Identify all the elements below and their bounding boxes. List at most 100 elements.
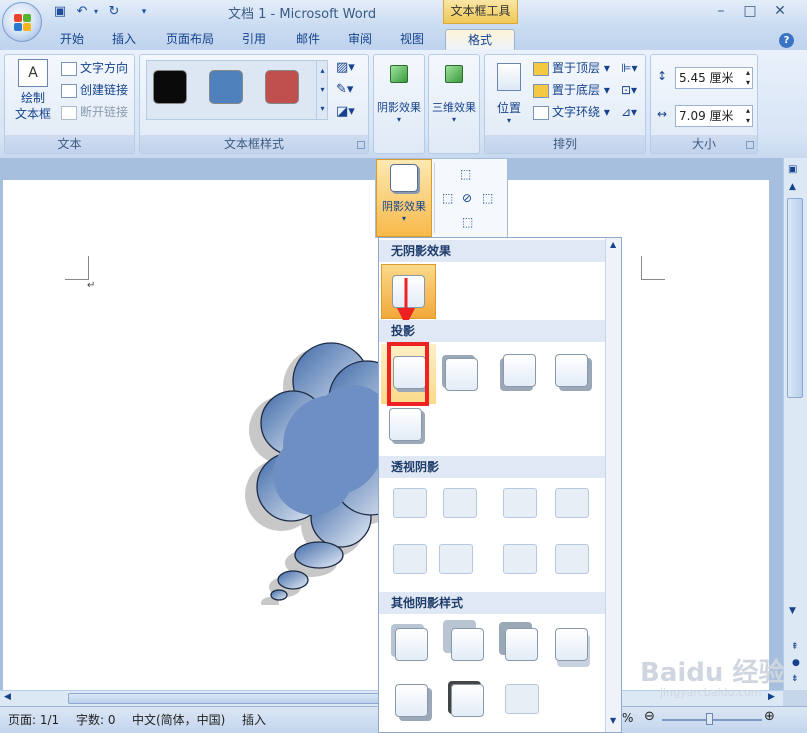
zoom-in-icon[interactable]: ⊕ bbox=[764, 709, 775, 724]
fill-color-icon[interactable]: ▨▾ bbox=[336, 59, 355, 77]
align-icon[interactable]: ⊫▾ bbox=[621, 59, 637, 77]
browse-object-icon[interactable]: ● bbox=[792, 658, 800, 668]
rotate-icon[interactable]: ⊿▾ bbox=[621, 103, 637, 121]
nudge-shadow-up-icon[interactable]: ⬚ bbox=[460, 167, 471, 181]
zoom-level[interactable]: % bbox=[622, 711, 633, 725]
change-shape-icon[interactable]: ◪▾ bbox=[336, 103, 355, 121]
other-shadow-7[interactable] bbox=[505, 684, 539, 714]
scroll-down-icon[interactable]: ▼ bbox=[789, 606, 796, 616]
zoom-slider-thumb[interactable] bbox=[706, 713, 713, 725]
gallery-scroll-down-icon[interactable]: ▼ bbox=[610, 716, 616, 725]
drop-shadow-option-3[interactable] bbox=[503, 354, 536, 387]
text-direction-button[interactable]: 文字方向 bbox=[61, 59, 128, 77]
help-icon[interactable]: ? bbox=[779, 33, 794, 48]
send-back-icon bbox=[533, 83, 549, 98]
cloud-callout-shape[interactable] bbox=[243, 335, 383, 605]
height-field[interactable]: 5.45 厘米 ▴ ▾ bbox=[675, 67, 753, 89]
textbox-styles-group: ▴ ▾ ▾ ▨▾ ✎▾ ◪▾ 文本框样式 bbox=[139, 54, 369, 154]
restore-button[interactable]: □ bbox=[736, 2, 764, 20]
group-icon[interactable]: ⊡▾ bbox=[621, 81, 637, 99]
line-color-icon[interactable]: ✎▾ bbox=[336, 81, 353, 99]
nudge-shadow-left-icon[interactable]: ⬚ bbox=[442, 191, 453, 205]
tab-references[interactable]: 引用 bbox=[234, 29, 274, 50]
text-group: A 绘制 文本框 文字方向 创建链接 断开链接 文本 bbox=[4, 54, 135, 154]
perspective-shadow-8[interactable] bbox=[555, 544, 589, 574]
drop-shadow-option-2[interactable] bbox=[445, 358, 478, 391]
gallery-scrollbar[interactable]: ▲ ▼ bbox=[605, 238, 621, 732]
word-count[interactable]: 字数: 0 bbox=[76, 711, 116, 728]
tab-view[interactable]: 视图 bbox=[392, 29, 432, 50]
other-shadow-3[interactable] bbox=[505, 628, 538, 661]
other-shadow-5[interactable] bbox=[395, 684, 428, 717]
tab-review[interactable]: 审阅 bbox=[340, 29, 380, 50]
minimize-button[interactable]: – bbox=[707, 2, 735, 20]
tab-format[interactable]: 格式 bbox=[445, 29, 515, 50]
other-shadow-1[interactable] bbox=[395, 628, 428, 661]
customize-qat-icon[interactable]: ▾ bbox=[136, 4, 152, 20]
page-count[interactable]: 页面: 1/1 bbox=[8, 711, 59, 728]
gallery-scroll-up-icon[interactable]: ▲ bbox=[610, 240, 616, 249]
bring-front-icon bbox=[533, 61, 549, 76]
section-no-shadow: 无阴影效果 bbox=[379, 240, 605, 262]
size-group: ↕ 5.45 厘米 ▴ ▾ ↔ 7.09 厘米 ▴ ▾ 大小 bbox=[650, 54, 758, 154]
size-dialog-launcher-icon[interactable] bbox=[746, 141, 754, 149]
style-swatch-black[interactable] bbox=[153, 70, 187, 104]
other-shadow-6[interactable] bbox=[451, 684, 484, 717]
text-wrap-button[interactable]: 文字环绕 ▾ bbox=[533, 103, 610, 121]
position-button[interactable]: 位置 ▾ bbox=[489, 63, 529, 125]
vertical-scroll-thumb[interactable] bbox=[787, 198, 803, 398]
other-shadow-2[interactable] bbox=[451, 628, 484, 661]
ribbon: A 绘制 文本框 文字方向 创建链接 断开链接 文本 ▴ ▾ ▾ ▨▾ ✎▾ ◪▾ … bbox=[0, 50, 807, 158]
undo-dropdown-icon[interactable]: ▾ bbox=[88, 4, 104, 20]
shadow-toggle-icon[interactable]: ⊘ bbox=[462, 191, 472, 205]
perspective-shadow-6[interactable] bbox=[439, 544, 473, 574]
3d-effects-button[interactable]: 三维效果 ▾ bbox=[429, 65, 479, 124]
scroll-left-icon[interactable]: ◀ bbox=[4, 692, 11, 702]
tab-home[interactable]: 开始 bbox=[52, 29, 92, 50]
drop-shadow-option-4[interactable] bbox=[555, 354, 588, 387]
tab-insert[interactable]: 插入 bbox=[104, 29, 144, 50]
language-indicator[interactable]: 中文(简体，中国) bbox=[132, 711, 225, 728]
save-icon[interactable]: ▣ bbox=[52, 4, 68, 20]
perspective-shadow-1[interactable] bbox=[393, 488, 427, 518]
send-to-back-button[interactable]: 置于底层 ▾ bbox=[533, 81, 610, 99]
shadow-effects-ribbon-button[interactable]: 阴影效果 ▾ bbox=[374, 65, 424, 124]
perspective-shadow-2[interactable] bbox=[443, 488, 477, 518]
redo-icon[interactable]: ↻ bbox=[106, 4, 122, 20]
break-link-icon bbox=[61, 105, 77, 120]
nudge-shadow-down-icon[interactable]: ⬚ bbox=[462, 215, 473, 229]
width-field[interactable]: 7.09 厘米 ▴ ▾ bbox=[675, 105, 753, 127]
scroll-right-icon[interactable]: ▶ bbox=[768, 692, 775, 702]
previous-page-icon[interactable]: ⇞ bbox=[791, 642, 799, 652]
perspective-shadow-3[interactable] bbox=[503, 488, 537, 518]
style-swatch-red[interactable] bbox=[265, 70, 299, 104]
next-page-icon[interactable]: ⇟ bbox=[791, 674, 799, 684]
shadow-effects-active-button[interactable]: 阴影效果 ▾ bbox=[376, 159, 432, 237]
perspective-shadow-5[interactable] bbox=[393, 544, 427, 574]
styles-gallery-scroll[interactable]: ▴ ▾ ▾ bbox=[316, 61, 328, 119]
ruler-toggle-icon[interactable]: ▣ bbox=[788, 164, 797, 175]
other-shadow-4[interactable] bbox=[555, 628, 588, 661]
styles-dialog-launcher-icon[interactable] bbox=[357, 141, 365, 149]
arrange-group: 位置 ▾ 置于顶层 ▾ 置于底层 ▾ 文字环绕 ▾ ⊫▾ ⊡▾ ⊿▾ 排列 bbox=[484, 54, 646, 154]
shadow-effects-dropdown-button[interactable]: 阴影效果 ▾ ⬚ ⬚ ⊘ ⬚ ⬚ bbox=[375, 158, 508, 238]
create-link-button[interactable]: 创建链接 bbox=[61, 81, 128, 99]
office-button[interactable] bbox=[2, 2, 42, 42]
tab-mailings[interactable]: 邮件 bbox=[288, 29, 328, 50]
horizontal-scroll-thumb[interactable] bbox=[68, 693, 388, 704]
nudge-shadow-right-icon[interactable]: ⬚ bbox=[482, 191, 493, 205]
style-swatch-blue[interactable] bbox=[209, 70, 243, 104]
bring-to-front-button[interactable]: 置于顶层 ▾ bbox=[533, 59, 610, 77]
tab-page-layout[interactable]: 页面布局 bbox=[158, 29, 222, 50]
vertical-scrollbar[interactable]: ▣ ▲ ▼ ⇞ ● ⇟ bbox=[783, 158, 807, 690]
perspective-shadow-4[interactable] bbox=[555, 488, 589, 518]
zoom-out-icon[interactable]: ⊖ bbox=[644, 709, 655, 724]
draw-textbox-button[interactable]: A 绘制 文本框 bbox=[9, 59, 57, 122]
close-button[interactable]: ✕ bbox=[766, 2, 794, 20]
perspective-shadow-7[interactable] bbox=[503, 544, 537, 574]
baidu-watermark: Baidu 经验 bbox=[640, 658, 785, 688]
scroll-up-icon[interactable]: ▲ bbox=[789, 182, 796, 192]
width-icon: ↔ bbox=[657, 107, 668, 121]
insert-mode-indicator[interactable]: 插入 bbox=[242, 711, 266, 728]
drop-shadow-option-5[interactable] bbox=[389, 408, 422, 441]
